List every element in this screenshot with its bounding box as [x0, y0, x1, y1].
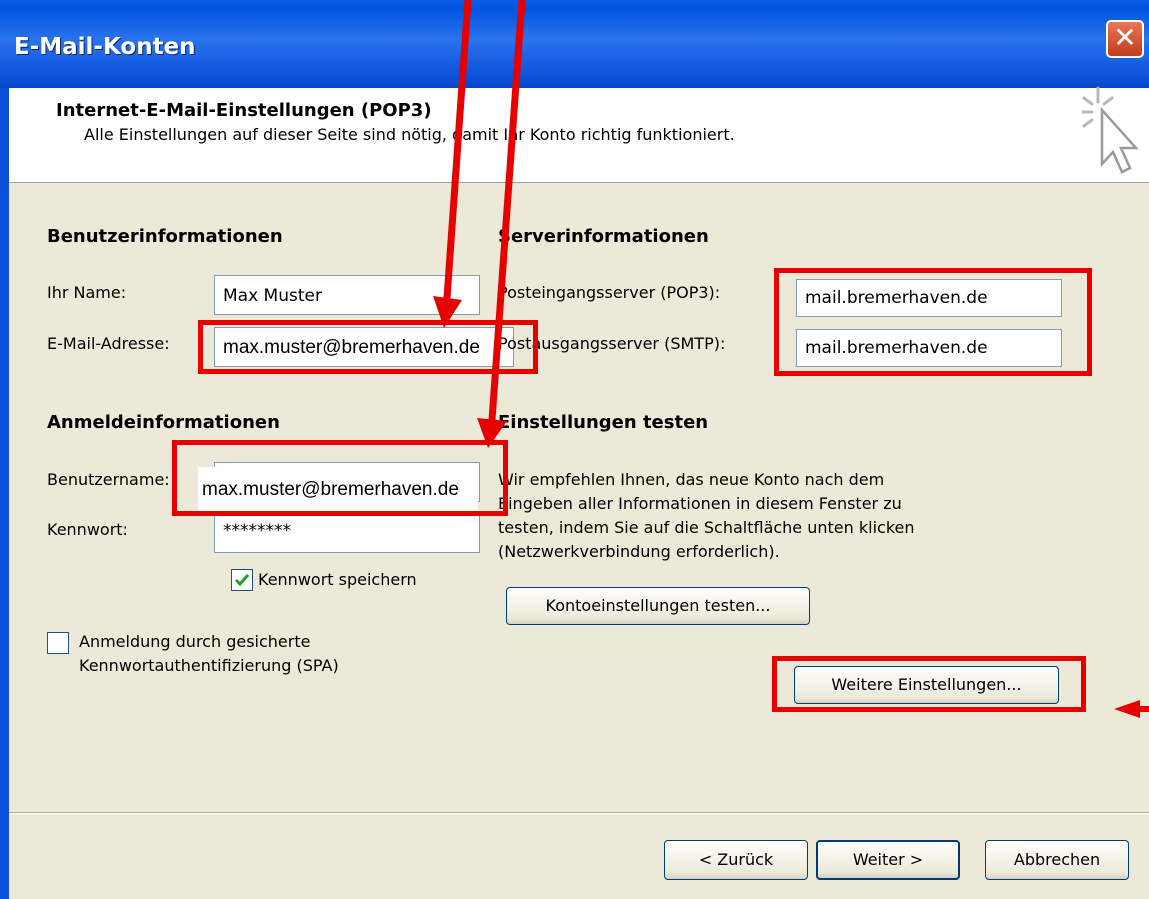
arrow-to-email-icon	[433, 0, 472, 328]
arrow-to-username-icon	[477, 0, 526, 448]
arrow-to-more-settings-icon	[1114, 700, 1149, 718]
annotation-arrows	[433, 0, 1149, 718]
